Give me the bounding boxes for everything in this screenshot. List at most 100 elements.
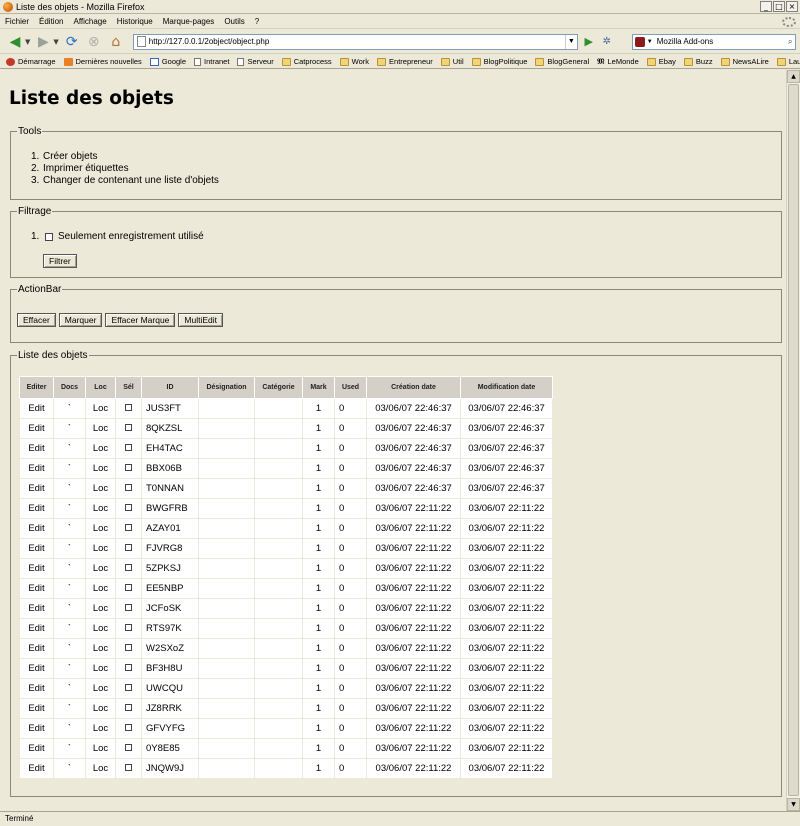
row-select-checkbox[interactable] <box>125 424 132 431</box>
bookmark-item[interactable]: Buzz <box>683 57 713 66</box>
back-icon[interactable]: ◀ <box>6 33 24 51</box>
netcraft-icon[interactable]: ✲ <box>600 35 614 49</box>
loc-link[interactable]: Loc <box>85 738 116 759</box>
loc-link[interactable]: Loc <box>85 578 116 599</box>
bookmark-item[interactable]: Work <box>339 57 369 66</box>
loc-link[interactable]: Loc <box>85 518 116 539</box>
row-select-checkbox[interactable] <box>125 744 132 751</box>
menu-outils[interactable]: Outils <box>219 17 249 26</box>
row-select-checkbox[interactable] <box>125 704 132 711</box>
loc-link[interactable]: Loc <box>85 558 116 579</box>
edit-link[interactable]: Edit <box>19 658 54 679</box>
go-icon[interactable]: ▶ <box>582 35 596 49</box>
bookmark-item[interactable]: BlogGeneral <box>535 57 589 66</box>
loc-link[interactable]: Loc <box>85 598 116 619</box>
menu-edition[interactable]: Édition <box>34 17 68 26</box>
stop-icon[interactable]: ⊗ <box>85 33 103 51</box>
search-input[interactable] <box>656 37 767 46</box>
row-select-checkbox[interactable] <box>125 544 132 551</box>
edit-link[interactable]: Edit <box>19 458 54 479</box>
loc-link[interactable]: Loc <box>85 438 116 459</box>
menu-historique[interactable]: Historique <box>112 17 158 26</box>
loc-link[interactable]: Loc <box>85 398 116 419</box>
edit-link[interactable]: Edit <box>19 418 54 439</box>
bookmark-item[interactable]: Ebay <box>646 57 676 66</box>
maximize-icon[interactable]: □ <box>773 1 785 12</box>
row-select-checkbox[interactable] <box>125 624 132 631</box>
bookmark-item[interactable]: Google <box>149 57 186 66</box>
scroll-down-icon[interactable]: ▼ <box>787 798 800 811</box>
edit-link[interactable]: Edit <box>19 718 54 739</box>
home-icon[interactable]: ⌂ <box>107 33 125 51</box>
row-select-checkbox[interactable] <box>125 404 132 411</box>
row-select-checkbox[interactable] <box>125 444 132 451</box>
menu-affichage[interactable]: Affichage <box>68 17 111 26</box>
scroll-up-icon[interactable]: ▲ <box>787 70 800 83</box>
loc-link[interactable]: Loc <box>85 638 116 659</box>
bookmark-item[interactable]: NewsALire <box>720 57 769 66</box>
tool-changer-contenant[interactable]: 3. Changer de contenant une liste d'objet… <box>31 175 219 187</box>
menu-fichier[interactable]: Fichier <box>0 17 34 26</box>
loc-link[interactable]: Loc <box>85 498 116 519</box>
row-select-checkbox[interactable] <box>125 604 132 611</box>
multiedit-button[interactable]: MultiEdit <box>178 313 223 327</box>
row-select-checkbox[interactable] <box>125 644 132 651</box>
bookmark-item[interactable]: BlogPolitique <box>471 57 527 66</box>
edit-link[interactable]: Edit <box>19 698 54 719</box>
bookmark-item[interactable]: Catprocess <box>281 57 332 66</box>
row-select-checkbox[interactable] <box>125 724 132 731</box>
edit-link[interactable]: Edit <box>19 478 54 499</box>
bookmark-item[interactable]: 𝕸 LeMonde <box>597 57 639 67</box>
marquer-button[interactable]: Marquer <box>58 313 103 327</box>
edit-link[interactable]: Edit <box>19 578 54 599</box>
loc-link[interactable]: Loc <box>85 478 116 499</box>
scroll-thumb[interactable] <box>788 84 799 796</box>
row-select-checkbox[interactable] <box>125 464 132 471</box>
loc-link[interactable]: Loc <box>85 418 116 439</box>
search-icon[interactable]: ⌕ <box>788 36 793 47</box>
filter-used-checkbox[interactable] <box>45 232 53 241</box>
loc-link[interactable]: Loc <box>85 538 116 559</box>
effacer-marque-button[interactable]: Effacer Marque <box>105 313 176 327</box>
edit-link[interactable]: Edit <box>19 438 54 459</box>
row-select-checkbox[interactable] <box>125 764 132 771</box>
bookmark-item[interactable]: Intranet <box>194 57 229 66</box>
loc-link[interactable]: Loc <box>85 698 116 719</box>
edit-link[interactable]: Edit <box>19 598 54 619</box>
edit-link[interactable]: Edit <box>19 618 54 639</box>
edit-link[interactable]: Edit <box>19 678 54 699</box>
bookmark-item[interactable]: Dernières nouvelles <box>63 57 142 66</box>
tool-imprimer-etiquettes[interactable]: 2. Imprimer étiquettes <box>31 163 219 175</box>
edit-link[interactable]: Edit <box>19 518 54 539</box>
row-select-checkbox[interactable] <box>125 584 132 591</box>
url-dropdown-icon[interactable]: ▼ <box>564 34 577 49</box>
minimize-icon[interactable]: _ <box>760 1 772 12</box>
edit-link[interactable]: Edit <box>19 738 54 759</box>
reload-icon[interactable]: ⟳ <box>63 33 81 51</box>
edit-link[interactable]: Edit <box>19 758 54 779</box>
loc-link[interactable]: Loc <box>85 458 116 479</box>
edit-link[interactable]: Edit <box>19 538 54 559</box>
bookmark-item[interactable]: Entrepreneur <box>377 57 433 66</box>
bookmark-item[interactable]: Util <box>440 57 464 66</box>
url-text[interactable]: http://127.0.0.1/2object/object.php <box>149 37 565 46</box>
loc-link[interactable]: Loc <box>85 758 116 779</box>
row-select-checkbox[interactable] <box>125 684 132 691</box>
bookmark-item[interactable]: Laurent <box>776 57 800 66</box>
effacer-button[interactable]: Effacer <box>17 313 56 327</box>
tool-creer-objets[interactable]: 1. Créer objets <box>31 151 219 163</box>
search-engine-dropdown-icon[interactable]: ▼ <box>647 39 653 45</box>
search-box[interactable]: ▼ ⌕ <box>631 33 796 50</box>
back-dropdown-icon[interactable]: ▼ <box>25 38 30 46</box>
search-engine-icon[interactable] <box>634 36 645 47</box>
forward-dropdown-icon[interactable]: ▼ <box>53 38 58 46</box>
edit-link[interactable]: Edit <box>19 498 54 519</box>
vertical-scrollbar[interactable]: ▲ ▼ <box>786 70 800 811</box>
edit-link[interactable]: Edit <box>19 558 54 579</box>
filter-button[interactable]: Filtrer <box>43 254 77 268</box>
row-select-checkbox[interactable] <box>125 484 132 491</box>
edit-link[interactable]: Edit <box>19 398 54 419</box>
row-select-checkbox[interactable] <box>125 504 132 511</box>
loc-link[interactable]: Loc <box>85 658 116 679</box>
url-bar[interactable]: http://127.0.0.1/2object/object.php ▼ <box>132 33 578 50</box>
